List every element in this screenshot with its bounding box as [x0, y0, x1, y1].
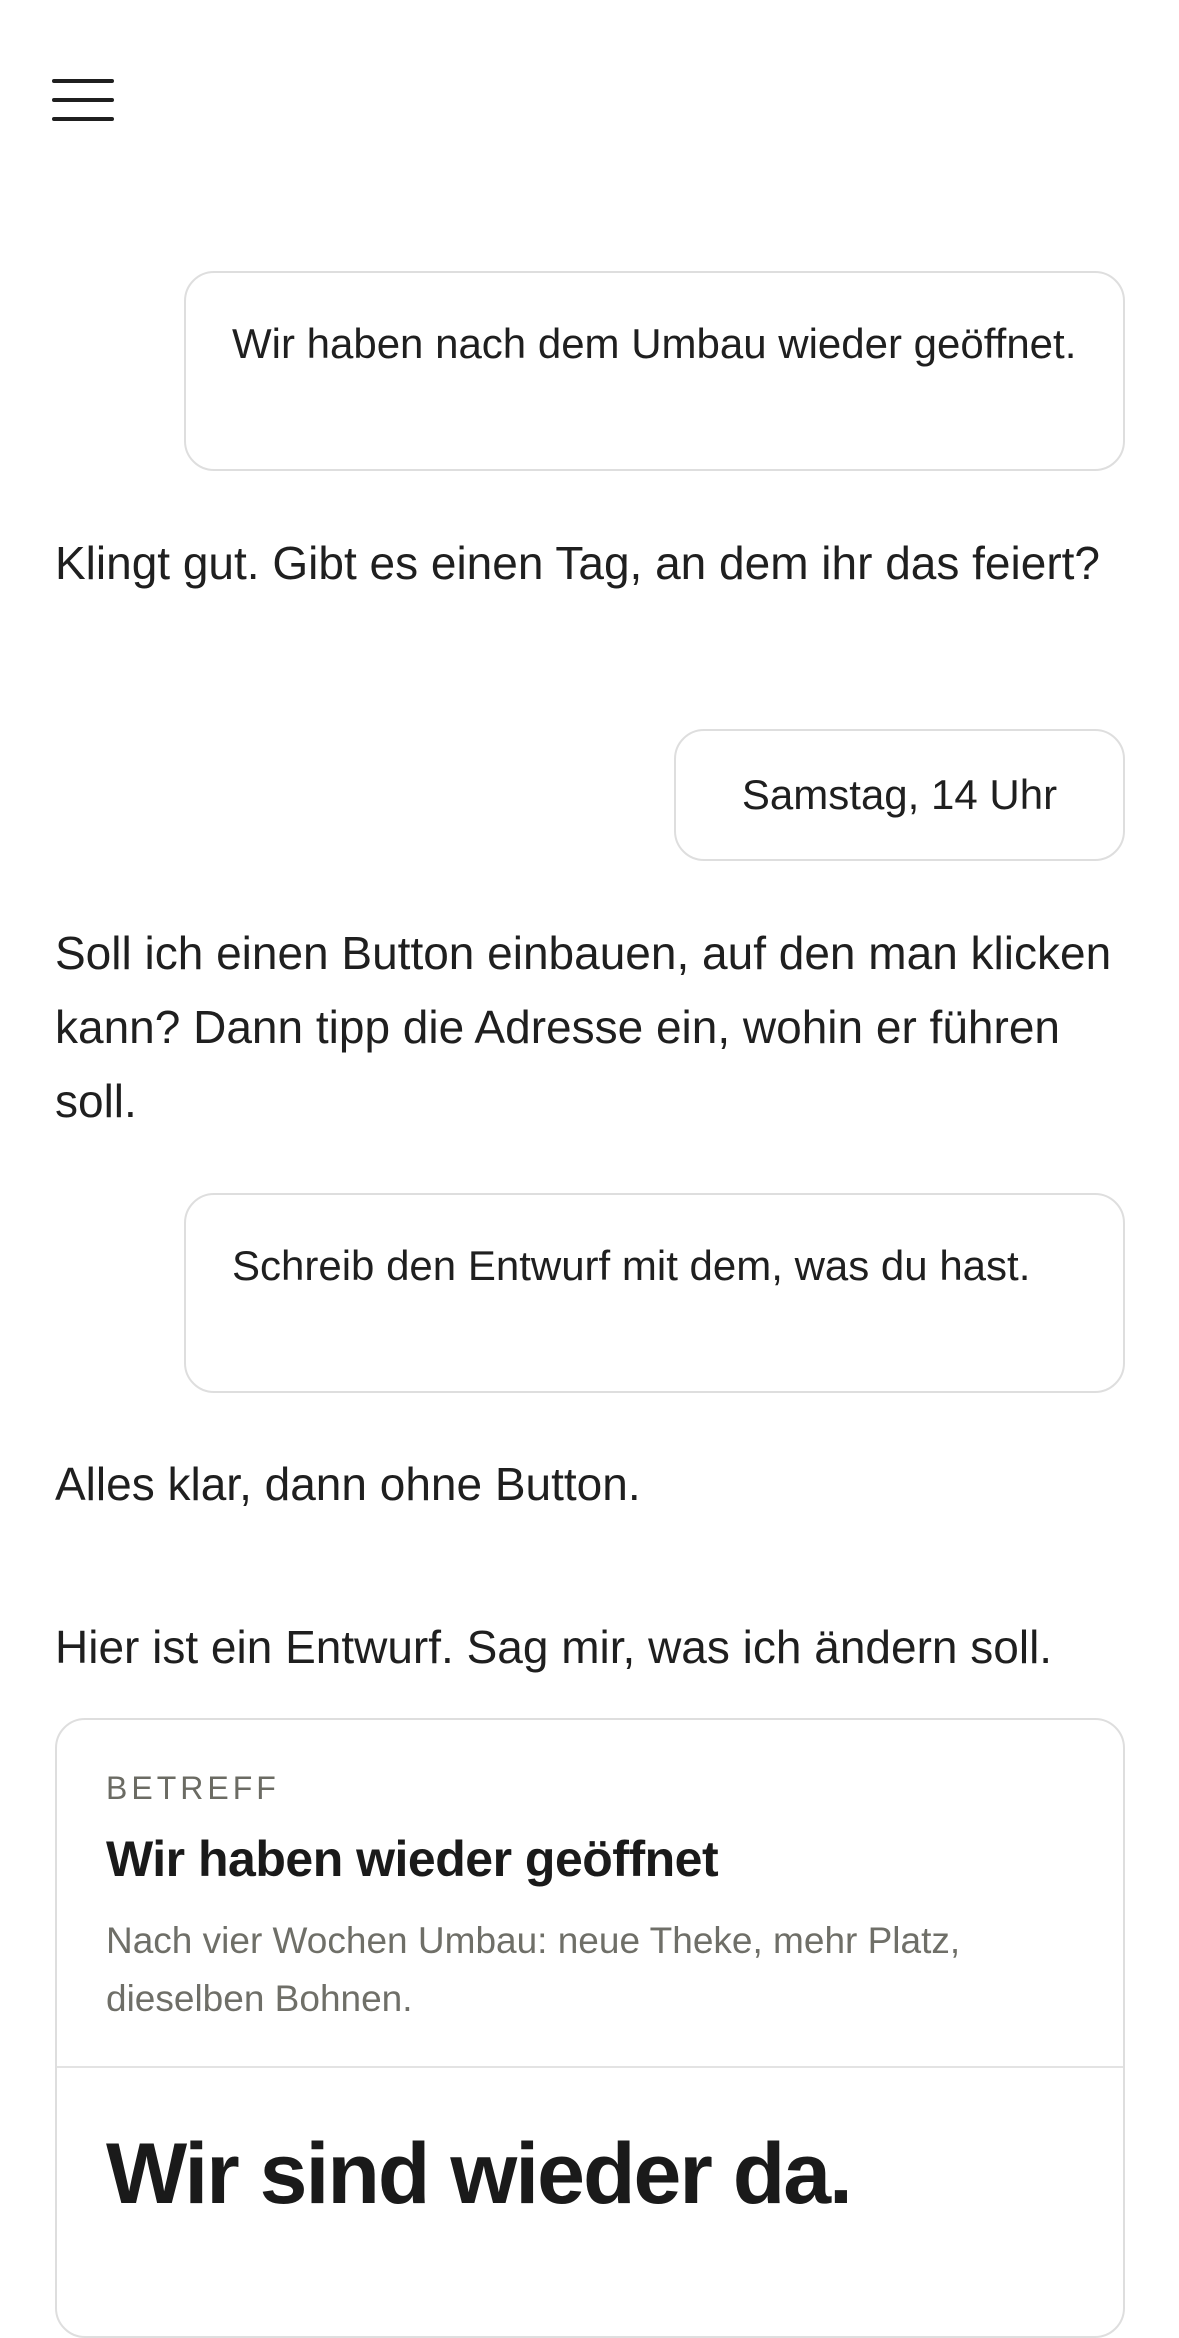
menu-button[interactable] — [52, 60, 142, 140]
hamburger-menu-icon — [52, 79, 114, 121]
user-message-text: Samstag, 14 Uhr — [741, 771, 1058, 818]
subject-label: BETREFF — [106, 1770, 280, 1806]
user-message-bubble: Schreib den Entwurf mit dem, was du hast… — [184, 1193, 1125, 1393]
user-message-text: Schreib den Entwurf mit dem, was du hast… — [232, 1242, 1031, 1289]
user-message-bubble: Wir haben nach dem Umbau wieder geöffnet… — [184, 271, 1125, 471]
user-message-text: Wir haben nach dem Umbau wieder geöffnet… — [232, 320, 1077, 367]
assistant-message: Klingt gut. Gibt es einen Tag, an dem ih… — [55, 537, 1100, 589]
email-preview-text: Nach vier Wochen Umbau: neue Theke, mehr… — [106, 1920, 961, 2019]
assistant-message: Alles klar, dann ohne Button. — [55, 1458, 641, 1510]
email-draft-header: BETREFF Wir haben wieder geöffnet Nach v… — [57, 1720, 1123, 2068]
assistant-message: Hier ist ein Entwurf. Sag mir, was ich ä… — [55, 1621, 1053, 1673]
email-draft-card[interactable]: BETREFF Wir haben wieder geöffnet Nach v… — [55, 1718, 1125, 2338]
email-subject: Wir haben wieder geöffnet — [106, 1831, 719, 1887]
email-headline: Wir sind wieder da. — [106, 2126, 853, 2222]
user-message-bubble: Samstag, 14 Uhr — [674, 729, 1125, 861]
assistant-message: Soll ich einen Button einbauen, auf den … — [55, 927, 1112, 1127]
